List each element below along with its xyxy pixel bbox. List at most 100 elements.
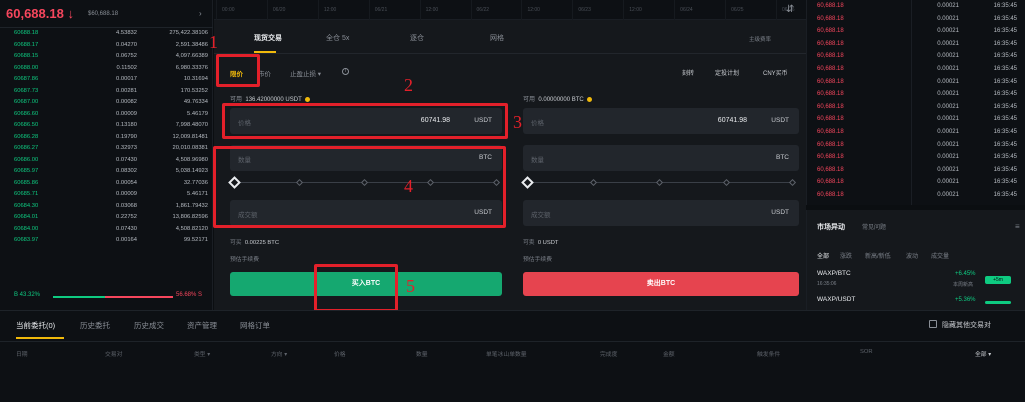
last-price: 60,688.18 ↓ <box>6 6 74 21</box>
col-type[interactable]: 类型 ▾ <box>194 349 210 358</box>
menu-icon[interactable]: ≡ <box>1015 222 1020 231</box>
filter-all-dropdown[interactable]: 全部 ▾ <box>975 349 991 358</box>
order-book-total: 5.46179 <box>187 110 208 117</box>
order-book-row[interactable]: 60686.28 0.19790 12,009.81481 <box>0 132 213 144</box>
order-book-row[interactable]: 60684.01 0.22752 13,806.82596 <box>0 212 213 224</box>
annotation-number-1: 1 <box>209 32 218 52</box>
trade-amount: 0.00021 <box>937 3 959 9</box>
order-book-row[interactable]: 60685.97 0.08302 5,038.14923 <box>0 166 213 178</box>
option-recurring-plan[interactable]: 定投计划 <box>715 68 739 77</box>
trade-price: 60,688.18 <box>817 116 844 123</box>
trade-row: 60,688.18 0.00021 16:35:45 <box>807 178 1025 191</box>
market-tab-volatility[interactable]: 波动 <box>906 251 918 260</box>
col-filled: 完成度 <box>600 352 618 358</box>
order-book-row[interactable]: 60688.17 0.04270 2,591.38486 <box>0 40 213 52</box>
col-total: 金额 <box>663 352 675 358</box>
trade-price: 60,688.18 <box>817 15 844 22</box>
order-book-row[interactable]: 60686.00 0.07430 4,508.96980 <box>0 155 213 167</box>
expand-icon[interactable]: ⇵ <box>786 4 794 15</box>
hide-other-pairs-label: 隐藏其他交易对 <box>942 322 991 329</box>
sell-amount-input[interactable]: 数量 BTC <box>523 145 799 171</box>
market-tab-all[interactable]: 全部 <box>817 251 829 260</box>
sell-total-input[interactable]: 成交额 USDT <box>523 200 799 226</box>
tab-grid-orders[interactable]: 网格订单 <box>240 320 270 331</box>
option-buy-with-cny[interactable]: CNY买币 <box>763 68 788 77</box>
tab-grid[interactable]: 网格 <box>490 33 504 43</box>
order-book-amount: 0.03068 <box>116 202 137 209</box>
order-book-row[interactable]: 60688.18 4.53832 275,422.38106 <box>0 28 213 40</box>
option-convert[interactable]: 刻转 <box>682 68 694 77</box>
slider-stop-50[interactable] <box>655 178 664 187</box>
sell-price-unit: USDT <box>771 117 789 124</box>
col-side[interactable]: 方向 ▾ <box>271 349 287 358</box>
annotation-number-3: 3 <box>513 112 522 132</box>
order-book-amount: 0.00164 <box>116 237 137 243</box>
info-icon[interactable]: i <box>342 68 349 75</box>
tab-open-orders[interactable]: 当前委托(0) <box>16 320 55 331</box>
active-tab-indicator <box>16 337 64 339</box>
order-book-price: 60684.01 <box>14 214 39 220</box>
timeline-label: 12:00 <box>527 7 540 13</box>
order-book-row[interactable]: 60686.50 0.13180 7,998.48070 <box>0 120 213 132</box>
faq-link[interactable]: 常见问题 <box>862 222 886 231</box>
timeline-tick <box>521 0 523 20</box>
trade-row: 60,688.18 0.00021 16:35:45 <box>807 52 1025 65</box>
col-date: 日期 <box>16 352 28 358</box>
timeline-label: 06/24 <box>680 7 693 13</box>
tab-asset-management[interactable]: 资产管理 <box>187 320 217 331</box>
order-book-amount: 0.22752 <box>116 214 137 220</box>
tab-isolated-margin[interactable]: 逐仓 <box>410 33 424 43</box>
tab-cross-margin[interactable]: 全仓 5x <box>326 33 349 43</box>
tab-trade-history[interactable]: 历史成交 <box>134 320 164 331</box>
trade-price: 60,688.18 <box>817 166 844 173</box>
trade-row: 60,688.18 0.00021 16:35:45 <box>807 65 1025 78</box>
tab-spot[interactable]: 现货交易 <box>254 33 282 43</box>
fee-level-link[interactable]: 主级费率 <box>749 35 771 43</box>
order-book-row[interactable]: 60685.86 0.00054 32.77036 <box>0 178 213 190</box>
slider-stop-25[interactable] <box>589 178 598 187</box>
order-book-row[interactable]: 60686.27 0.32973 20,010.08381 <box>0 143 213 155</box>
trade-amount: 0.00021 <box>937 53 959 60</box>
orders-panel: 当前委托(0) 历史委托 历史成交 资产管理 网格订单 隐藏其他交易对 日期 交… <box>0 310 1025 402</box>
market-item-pair[interactable]: WAXP/USDT <box>817 296 855 303</box>
order-book-row[interactable]: 60687.86 0.00017 10.31694 <box>0 74 213 86</box>
market-item-pair[interactable]: WAXP/BTC <box>817 270 851 277</box>
order-book-total: 99.52171 <box>183 237 208 243</box>
slider-knob[interactable] <box>521 176 534 189</box>
sell-btc-button[interactable]: 卖出BTC <box>523 272 799 296</box>
market-item-change: +6.45% <box>955 271 976 277</box>
sell-amount-slider[interactable] <box>521 173 799 193</box>
trade-row: 60,688.18 0.00021 16:35:45 <box>807 166 1025 179</box>
market-tab-high-low[interactable]: 新高/新低 <box>865 251 891 260</box>
trade-price: 60,688.18 <box>817 192 844 198</box>
order-book-row[interactable]: 60684.00 0.07430 4,508.82120 <box>0 224 213 236</box>
order-book-row[interactable]: 60687.00 0.00082 49.76334 <box>0 97 213 109</box>
order-book-row[interactable]: 60688.15 0.06752 4,097.66389 <box>0 51 213 63</box>
order-book-row[interactable]: 60686.60 0.00009 5.46179 <box>0 109 213 121</box>
order-book-header: 60,688.18 ↓ $60,688.18 › <box>0 0 213 28</box>
order-book-row[interactable]: 60687.73 0.00281 170.53252 <box>0 86 213 98</box>
timeline-tick <box>216 0 217 20</box>
order-book-row[interactable]: 60684.30 0.03068 1,861.79432 <box>0 201 213 213</box>
market-tab-change[interactable]: 涨跌 <box>840 251 852 260</box>
trade-time: 16:35:45 <box>993 3 1017 9</box>
col-pair: 交易对 <box>105 352 123 358</box>
tab-order-history[interactable]: 历史委托 <box>80 320 110 331</box>
hide-other-pairs-checkbox[interactable] <box>929 320 937 328</box>
market-tab-volume[interactable]: 成交量 <box>931 251 949 260</box>
col-amount: 数量 <box>416 352 428 358</box>
order-book-price: 60686.00 <box>14 156 39 163</box>
order-book-row[interactable]: 60688.00 0.11502 6,980.33376 <box>0 63 213 75</box>
chevron-right-icon[interactable]: › <box>199 9 202 18</box>
sell-max-amount: 可卖 0 USDT <box>523 240 559 246</box>
order-book-price: 60688.15 <box>14 53 39 59</box>
slider-stop-100[interactable] <box>788 178 797 187</box>
market-item-time: 16:35:06 <box>817 281 837 287</box>
trade-row: 60,688.18 0.00021 16:35:45 <box>807 103 1025 116</box>
trade-price: 60,688.18 <box>817 141 844 148</box>
order-book-row[interactable]: 60685.71 0.00009 5.46171 <box>0 189 213 201</box>
order-type-stop-limit[interactable]: 止盈止损 ▾ <box>290 68 321 78</box>
order-book-row[interactable]: 60683.97 0.00164 99.52171 <box>0 235 213 247</box>
slider-stop-75[interactable] <box>722 178 731 187</box>
sell-price-input[interactable]: 价格 60741.98 USDT <box>523 108 799 134</box>
